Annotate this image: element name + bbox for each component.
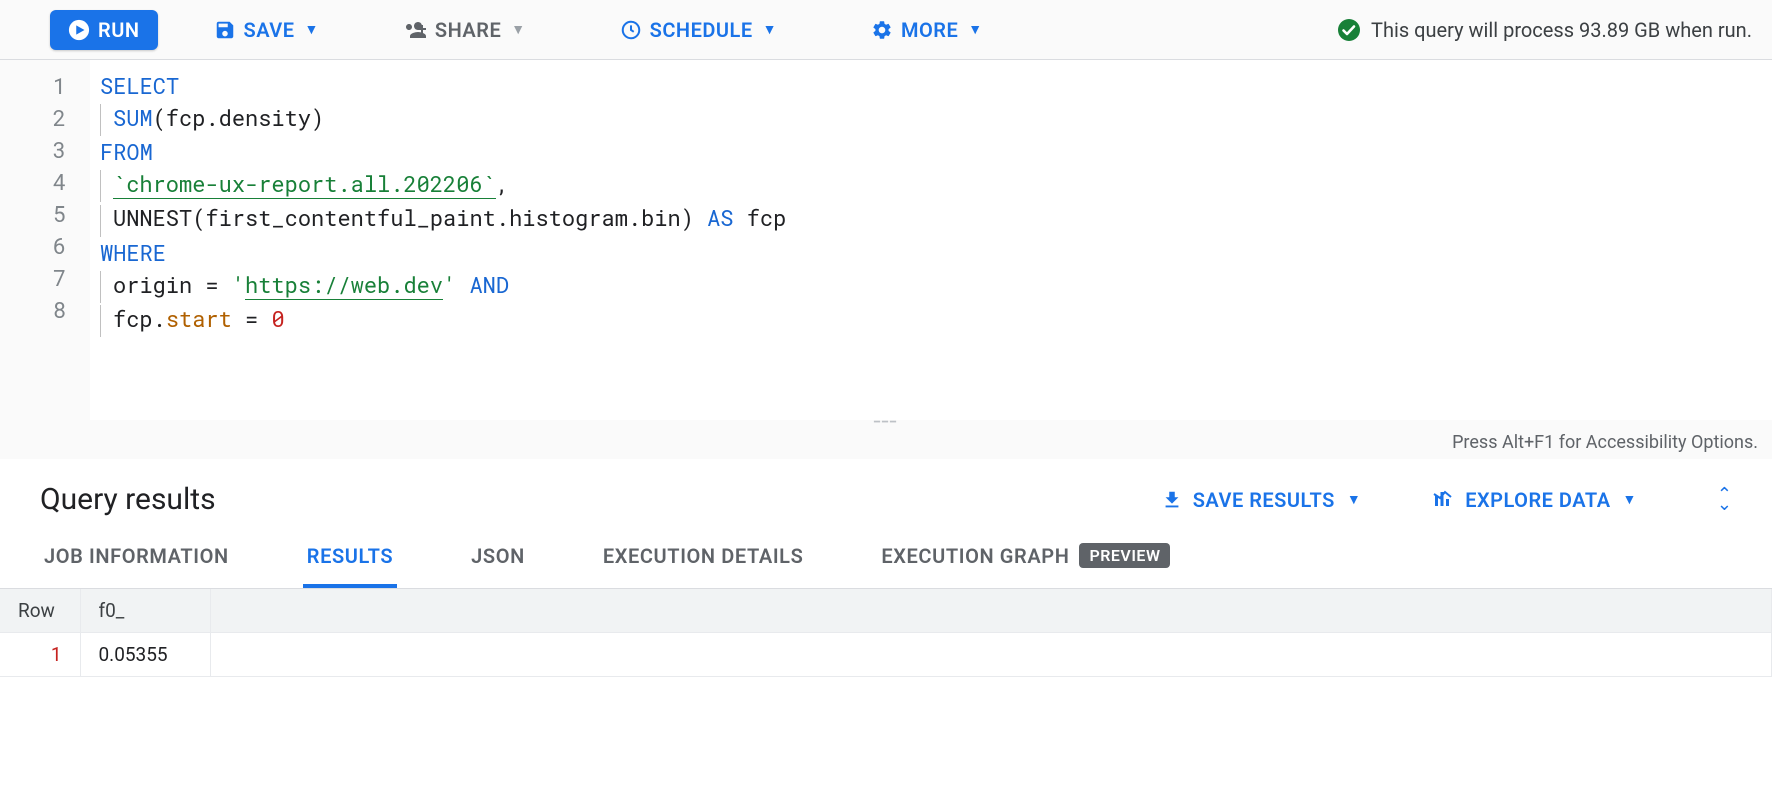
more-button[interactable]: MORE ▼ (853, 10, 1001, 50)
explore-data-button[interactable]: EXPLORE DATA ▼ (1431, 488, 1637, 512)
schedule-label: SCHEDULE (650, 18, 753, 42)
chevron-down-icon: ▼ (968, 21, 982, 38)
chevron-down-icon: ⌄ (1717, 500, 1732, 510)
explore-data-label: EXPLORE DATA (1465, 488, 1610, 512)
save-results-label: SAVE RESULTS (1193, 488, 1335, 512)
results-tabs: JOB INFORMATION RESULTS JSON EXECUTION DETA… (0, 527, 1772, 589)
run-button[interactable]: RUN (50, 10, 158, 50)
tab-job-information[interactable]: JOB INFORMATION (40, 528, 233, 588)
line-gutter: 12345678 (0, 60, 90, 420)
table-row[interactable]: 10.05355 (0, 633, 1772, 677)
save-label: SAVE (244, 18, 295, 42)
explore-icon (1431, 488, 1455, 512)
status-text: This query will process 93.89 GB when ru… (1371, 18, 1752, 42)
sql-editor[interactable]: 12345678 SELECTSUM(fcp.density)FROM`chro… (0, 60, 1772, 420)
check-circle-icon (1337, 18, 1361, 42)
code-area[interactable]: SELECTSUM(fcp.density)FROM`chrome-ux-rep… (90, 60, 1772, 420)
more-label: MORE (901, 18, 958, 42)
tab-results[interactable]: RESULTS (303, 528, 397, 588)
share-label: SHARE (435, 18, 501, 42)
save-button[interactable]: SAVE ▼ (196, 10, 337, 50)
chevron-down-icon: ▼ (763, 21, 777, 38)
run-label: RUN (98, 18, 140, 42)
chevron-down-icon: ▼ (1623, 491, 1637, 508)
accessibility-hint: Press Alt+F1 for Accessibility Options. (0, 430, 1772, 460)
gear-icon (871, 19, 893, 41)
play-icon (68, 19, 90, 41)
chevron-down-icon: ▼ (305, 21, 319, 38)
tab-execution-graph[interactable]: EXECUTION GRAPHPREVIEW (877, 527, 1174, 588)
schedule-button[interactable]: SCHEDULE ▼ (602, 10, 795, 50)
chevron-down-icon: ▼ (511, 21, 525, 38)
results-title: Query results (40, 482, 216, 517)
preview-badge: PREVIEW (1079, 543, 1170, 568)
results-header: Query results SAVE RESULTS ▼ EXPLORE DAT… (0, 460, 1772, 527)
tab-json[interactable]: JSON (467, 528, 529, 588)
resize-handle[interactable]: ━━━ (0, 420, 1772, 430)
query-status: This query will process 93.89 GB when ru… (1337, 18, 1756, 42)
chevron-down-icon: ▼ (1347, 491, 1361, 508)
save-icon (214, 19, 236, 41)
column-header: f0_ (80, 589, 210, 633)
share-icon (403, 18, 427, 42)
column-header: Row (0, 589, 80, 633)
save-results-button[interactable]: SAVE RESULTS ▼ (1161, 488, 1362, 512)
query-toolbar: RUN SAVE ▼ SHARE ▼ SCHEDULE ▼ MORE ▼ Thi… (0, 0, 1772, 60)
share-button[interactable]: SHARE ▼ (385, 10, 544, 50)
download-icon (1161, 489, 1183, 511)
tab-execution-details[interactable]: EXECUTION DETAILS (599, 528, 808, 588)
results-table: Rowf0_10.05355 (0, 589, 1772, 677)
clock-icon (620, 19, 642, 41)
expand-collapse-toggle[interactable]: ⌃ ⌄ (1717, 490, 1732, 510)
